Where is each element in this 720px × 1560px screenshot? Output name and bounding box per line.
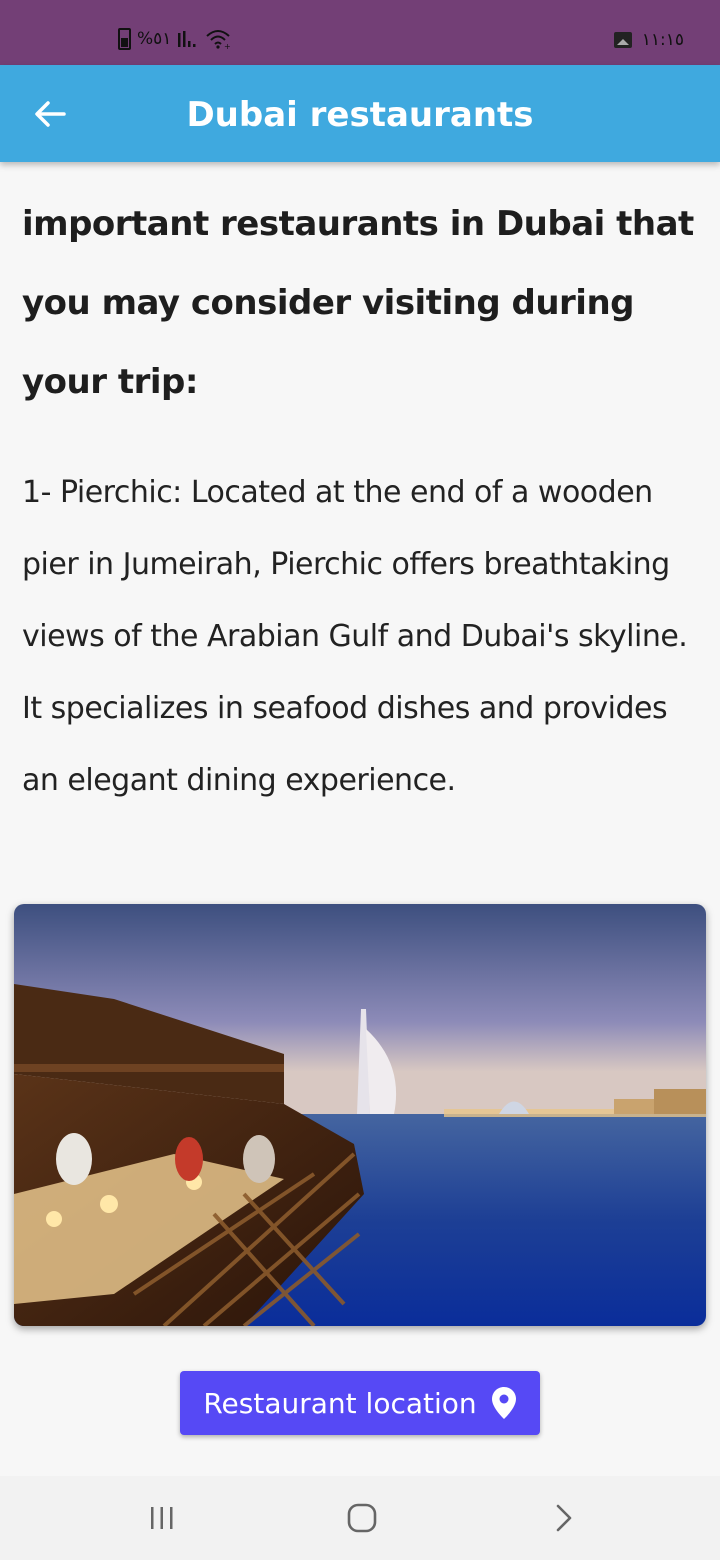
home-icon [347, 1503, 377, 1533]
restaurant-photo [14, 904, 706, 1326]
article-body: 1- Pierchic: Located at the end of a woo… [22, 475, 688, 798]
restaurant-location-label: Restaurant location [203, 1386, 477, 1420]
recents-button[interactable] [142, 1498, 182, 1538]
article-content: important restaurants in Dubai that you … [22, 185, 698, 817]
image-notification-icon [613, 32, 632, 48]
home-button[interactable] [342, 1498, 382, 1538]
article-heading: important restaurants in Dubai that you … [22, 204, 694, 402]
nav-back-button[interactable] [544, 1498, 584, 1538]
app-bar: Dubai restaurants [0, 65, 720, 162]
map-pin-icon [491, 1387, 516, 1419]
status-right: ١١:١٥ [613, 30, 684, 50]
wifi-icon: + [206, 30, 231, 50]
battery-percent: %٥١ [137, 29, 172, 49]
svg-text:+: + [224, 42, 231, 50]
clock: ١١:١٥ [641, 30, 684, 50]
recents-icon [151, 1507, 173, 1529]
signal-icon [178, 31, 196, 47]
status-left: %٥١ + [118, 28, 231, 50]
restaurant-location-button[interactable]: Restaurant location [180, 1371, 540, 1435]
status-bar: %٥١ + ١١:١٥ [0, 0, 720, 65]
chevron-right-icon [556, 1504, 572, 1532]
page-title: Dubai restaurants [186, 95, 534, 135]
battery-icon [118, 28, 131, 50]
system-nav-bar [0, 1476, 720, 1560]
